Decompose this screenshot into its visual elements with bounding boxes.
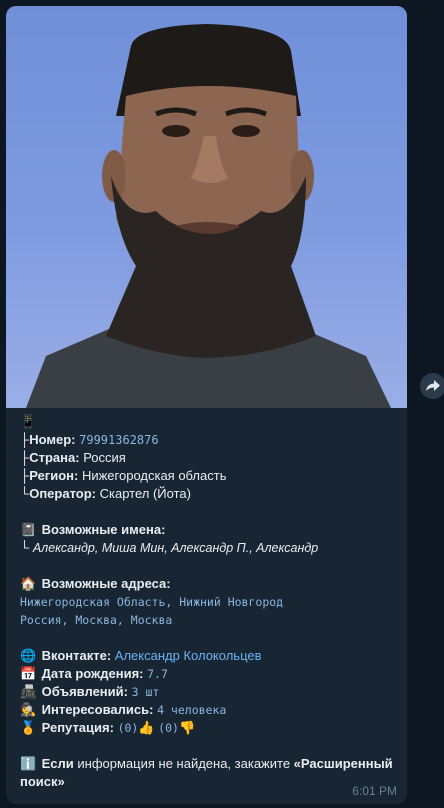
globe-icon: 🌐 (20, 648, 37, 663)
notebook-icon: 📓 (20, 522, 37, 537)
country-value: Россия (83, 450, 126, 465)
thumbs-up-icon[interactable]: 👍 (138, 720, 154, 735)
region-label: Регион: (29, 468, 79, 483)
info-bold-if: Если (41, 756, 74, 771)
share-arrow-icon[interactable] (420, 373, 444, 399)
number-label: Номер: (29, 432, 76, 447)
calendar-icon: 📅 (20, 666, 37, 681)
info-paragraph: ℹ️ Если информация не найдена, закажите … (20, 755, 400, 791)
vk-label: Вконтакте: (41, 648, 112, 663)
reputation-label: Репутация: (41, 720, 114, 735)
vk-profile-link[interactable]: Александр Колокольцев (115, 648, 262, 663)
address-line-2: Россия, Москва, Москва (20, 613, 173, 627)
detective-icon: 🕵 (20, 702, 37, 717)
names-label: Возможные имена: (41, 522, 166, 537)
message-bubble[interactable]: 📱 ├Номер: 79991362876 ├Страна: Россия ├Р… (6, 6, 407, 804)
ads-label: Объявлений: (41, 684, 128, 699)
message-text: 📱 ├Номер: 79991362876 ├Страна: Россия ├Р… (20, 413, 400, 791)
info-text: информация не найдена, закажите (73, 756, 294, 771)
address-line-1: Нижегородская Область, Нижний Новгород (20, 595, 284, 609)
rep-up-count: (0) (117, 721, 139, 735)
region-value: Нижегородская область (81, 468, 227, 483)
dob-value: 7.7 (147, 667, 168, 681)
addresses-label: Возможные адреса: (41, 576, 171, 591)
ads-value: 3 шт (131, 685, 160, 699)
info-icon: ℹ️ (20, 756, 37, 771)
profile-photo[interactable] (6, 6, 407, 408)
fax-icon: 📠 (20, 684, 37, 699)
medal-icon: 🏅 (20, 720, 37, 735)
phone-number-link[interactable]: 79991362876 (79, 433, 158, 447)
interest-value: 4 человека (157, 703, 227, 717)
forward-arrow-glyph (426, 380, 440, 391)
rep-down-count: (0) (158, 721, 179, 735)
names-value: Александр, Миша Мин, Александр П., Алекс… (32, 541, 319, 555)
operator-value: Скартел (Йота) (99, 486, 191, 501)
thumbs-down-icon[interactable]: 👎 (179, 720, 195, 735)
face-illustration (26, 24, 391, 408)
country-label: Страна: (29, 450, 80, 465)
phone-icon: 📱 (20, 414, 37, 429)
operator-label: Оператор: (29, 486, 96, 501)
dob-label: Дата рождения: (41, 666, 144, 681)
message-time: 6:01 PM (352, 784, 397, 798)
interest-label: Интересовались: (41, 702, 154, 717)
house-icon: 🏠 (20, 576, 37, 591)
